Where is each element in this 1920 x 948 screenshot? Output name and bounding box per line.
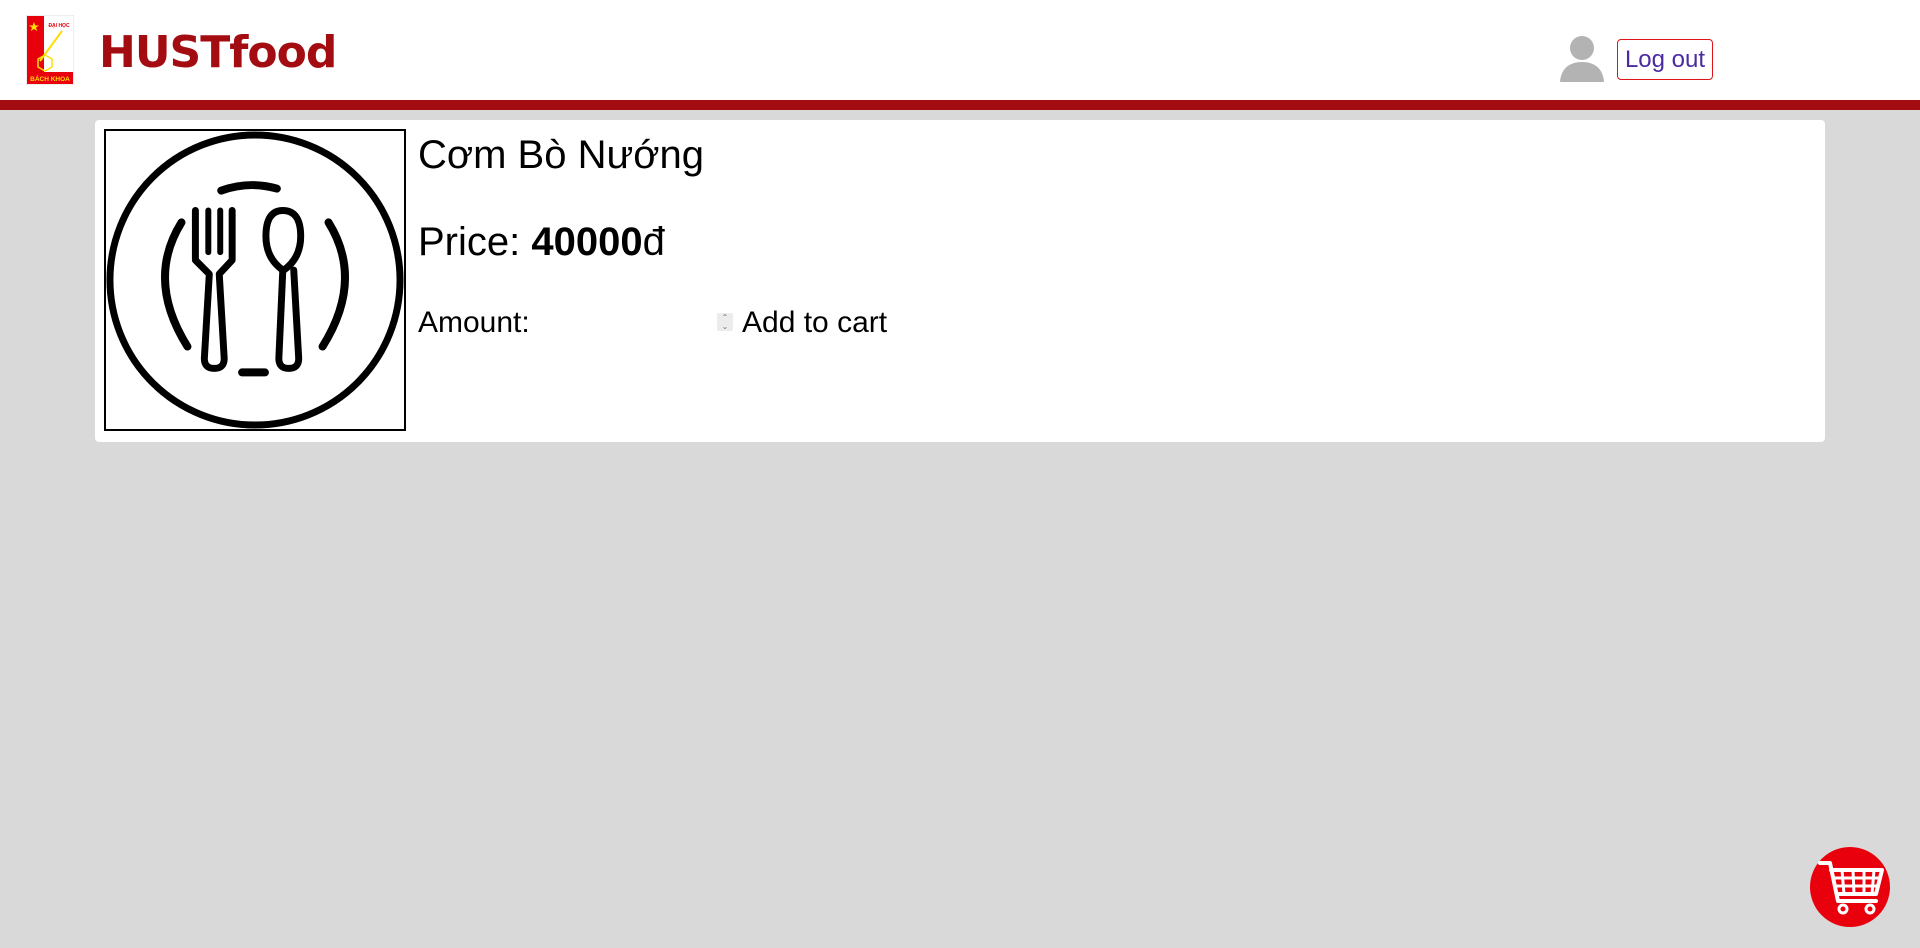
price-label: Price:: [418, 220, 532, 264]
logo-top-text: ĐẠI HỌC: [48, 23, 70, 29]
amount-label: Amount:: [418, 306, 530, 339]
product-card: Cơm Bò Nướng Price: 40000đ Amount: ⌃ ⌄ Ad…: [95, 120, 1825, 442]
university-logo[interactable]: ĐẠI HỌC BÁCH KHOA: [25, 14, 75, 86]
user-avatar-icon[interactable]: [1558, 34, 1606, 82]
amount-spinner[interactable]: ⌃ ⌄: [717, 313, 733, 331]
add-to-cart-button[interactable]: Add to cart: [738, 303, 891, 343]
currency-symbol: đ: [642, 220, 665, 264]
amount-input[interactable]: [620, 306, 724, 342]
price-row: Price: 40000đ: [418, 216, 665, 268]
product-name: Cơm Bò Nướng: [418, 133, 704, 177]
top-header: ĐẠI HỌC BÁCH KHOA HUSTfood Log out: [0, 0, 1920, 110]
shopping-cart-icon: [1818, 861, 1884, 915]
fork-spoon-plate-icon: [104, 129, 406, 431]
logout-button[interactable]: Log out: [1617, 39, 1713, 80]
price-value: 40000: [531, 220, 643, 264]
cart-button[interactable]: [1810, 847, 1890, 927]
logo-bottom-text: BÁCH KHOA: [30, 74, 70, 83]
brand-title[interactable]: HUSTfood: [99, 25, 337, 81]
